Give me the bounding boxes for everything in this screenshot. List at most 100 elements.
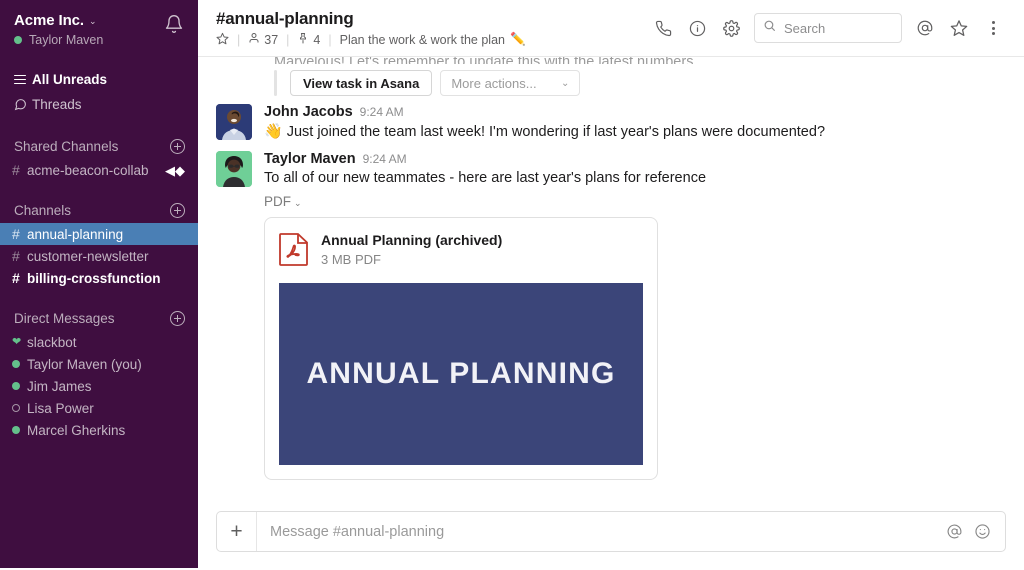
- mention-icon[interactable]: [908, 11, 942, 45]
- pdf-file-icon: [279, 232, 309, 271]
- message-author[interactable]: John Jacobs: [264, 104, 353, 120]
- chevron-down-icon[interactable]: ⌄: [89, 16, 97, 27]
- member-count-label: 37: [264, 32, 279, 47]
- avatar[interactable]: [216, 104, 252, 140]
- file-name[interactable]: Annual Planning (archived): [321, 232, 502, 249]
- thread-bubble-icon: [14, 98, 32, 111]
- pin-count[interactable]: 4: [297, 32, 320, 47]
- more-actions-select[interactable]: More actions... ⌄: [440, 70, 581, 96]
- sidebar-item-all-unreads[interactable]: All Unreads: [0, 67, 198, 92]
- message-text-content: Just joined the team last week! I'm wond…: [286, 124, 826, 140]
- wave-emoji-icon: 👋: [264, 123, 283, 140]
- workspace-header[interactable]: Acme Inc. ⌄ Taylor Maven: [0, 0, 198, 51]
- section-shared-channels[interactable]: Shared Channels: [0, 133, 198, 159]
- sidebar: Acme Inc. ⌄ Taylor Maven All Unreads Thr…: [0, 0, 198, 568]
- sidebar-item-annual-planning[interactable]: # annual-planning: [0, 223, 198, 245]
- section-channels[interactable]: Channels: [0, 197, 198, 223]
- message-timestamp: 9:24 AM: [359, 105, 404, 119]
- bell-icon[interactable]: [164, 14, 184, 34]
- message-author[interactable]: Taylor Maven: [264, 151, 356, 167]
- gear-icon[interactable]: [714, 11, 748, 45]
- sidebar-item-customer-newsletter[interactable]: # customer-newsletter: [0, 245, 198, 267]
- attachment-accent-bar: [274, 70, 277, 96]
- hash-icon: #: [12, 270, 20, 286]
- person-icon: [248, 32, 260, 47]
- kebab-menu-icon[interactable]: [976, 11, 1010, 45]
- search-placeholder: Search: [784, 20, 826, 36]
- sidebar-item-marcel-gherkins[interactable]: Marcel Gherkins: [0, 419, 198, 441]
- file-meta: 3 MB PDF: [321, 252, 381, 267]
- dm-label: Taylor Maven (you): [27, 356, 142, 372]
- main-panel: #annual-planning | 37 | 4 | Plan the wor…: [198, 0, 1024, 570]
- avatar[interactable]: [216, 151, 252, 187]
- presence-online-icon: [12, 382, 27, 390]
- divider: |: [286, 32, 290, 47]
- channel-header-actions: Search: [646, 11, 1010, 45]
- message-item: John Jacobs 9:24 AM 👋 Just joined the te…: [216, 96, 1006, 143]
- hash-icon: #: [12, 248, 20, 264]
- sidebar-item-billing-crossfunction[interactable]: # billing-crossfunction: [0, 267, 198, 289]
- shared-channel-icon: ◀◆: [165, 162, 185, 178]
- presence-online-icon: [14, 36, 22, 44]
- channel-label: annual-planning: [27, 226, 124, 242]
- message-timestamp: 9:24 AM: [362, 152, 407, 166]
- sidebar-item-lisa-power[interactable]: Lisa Power: [0, 397, 198, 419]
- section-title: Direct Messages: [14, 310, 115, 326]
- message-text-content: To all of our new teammates - here are l…: [264, 170, 707, 186]
- channel-header-left: #annual-planning | 37 | 4 | Plan the wor…: [216, 9, 646, 48]
- composer-wrapper: + Message #annual-planning: [198, 501, 1024, 570]
- file-type-toggle[interactable]: PDF ⌄: [264, 194, 1006, 209]
- message-item: Taylor Maven 9:24 AM To all of our new t…: [216, 143, 1006, 480]
- call-icon[interactable]: [646, 11, 680, 45]
- dm-label: Jim James: [27, 378, 92, 394]
- pencil-emoji-icon: ✏️: [509, 32, 526, 46]
- member-count[interactable]: 37: [248, 32, 278, 47]
- message-composer[interactable]: + Message #annual-planning: [216, 511, 1006, 552]
- plus-circle-icon[interactable]: [170, 202, 185, 218]
- more-actions-label: More actions...: [451, 75, 537, 91]
- section-direct-messages[interactable]: Direct Messages: [0, 305, 198, 331]
- file-type-label: PDF: [264, 194, 291, 209]
- dm-label: Marcel Gherkins: [27, 422, 126, 438]
- workspace-name[interactable]: Acme Inc.: [14, 12, 84, 29]
- message-input[interactable]: Message #annual-planning: [257, 524, 941, 540]
- plus-icon[interactable]: +: [217, 512, 257, 551]
- message-body: Taylor Maven 9:24 AM To all of our new t…: [264, 151, 1006, 480]
- sidebar-item-label: All Unreads: [32, 72, 108, 87]
- section-title: Channels: [14, 202, 72, 218]
- view-task-in-asana-button[interactable]: View task in Asana: [290, 70, 433, 96]
- sidebar-item-slackbot[interactable]: ❤ slackbot: [0, 331, 198, 353]
- presence-online-icon: [12, 360, 27, 368]
- sidebar-item-threads[interactable]: Threads: [0, 92, 198, 117]
- search-input[interactable]: Search: [754, 13, 902, 43]
- mention-icon[interactable]: [941, 519, 967, 545]
- plus-circle-icon[interactable]: [170, 138, 185, 154]
- file-attachment-card[interactable]: Annual Planning (archived) 3 MB PDF ANNU…: [264, 217, 658, 480]
- presence-online-icon: [12, 426, 27, 434]
- current-user[interactable]: Taylor Maven: [14, 33, 184, 47]
- file-preview-image[interactable]: ANNUAL PLANNING: [279, 283, 643, 465]
- clipped-message-text: Marvelous! Let's remember to update this…: [216, 57, 1006, 64]
- sidebar-item-taylor-maven[interactable]: Taylor Maven (you): [0, 353, 198, 375]
- sidebar-item-jim-james[interactable]: Jim James: [0, 375, 198, 397]
- emoji-smiley-icon[interactable]: [969, 519, 995, 545]
- file-preview-text: ANNUAL PLANNING: [306, 357, 616, 390]
- star-outline-icon[interactable]: [942, 11, 976, 45]
- plus-circle-icon[interactable]: [170, 310, 185, 326]
- divider: |: [328, 32, 332, 47]
- dm-label: slackbot: [27, 334, 77, 350]
- star-outline-icon[interactable]: [216, 32, 229, 48]
- section-title: Shared Channels: [14, 138, 119, 154]
- sidebar-item-label: Threads: [32, 97, 82, 112]
- channel-label: customer-newsletter: [27, 248, 149, 264]
- channel-topic[interactable]: Plan the work & work the plan: [340, 33, 505, 47]
- info-icon[interactable]: [680, 11, 714, 45]
- channel-header: #annual-planning | 37 | 4 | Plan the wor…: [198, 0, 1024, 57]
- hamburger-icon: [14, 74, 32, 85]
- pin-count-label: 4: [313, 32, 321, 47]
- presence-offline-icon: [12, 404, 27, 412]
- channel-label: billing-crossfunction: [27, 270, 161, 286]
- slack-app-window: Acme Inc. ⌄ Taylor Maven All Unreads Thr…: [0, 0, 1024, 570]
- sidebar-item-acme-beacon-collab[interactable]: # acme-beacon-collab ◀◆: [0, 159, 198, 181]
- sidebar-nav: All Unreads Threads: [0, 67, 198, 117]
